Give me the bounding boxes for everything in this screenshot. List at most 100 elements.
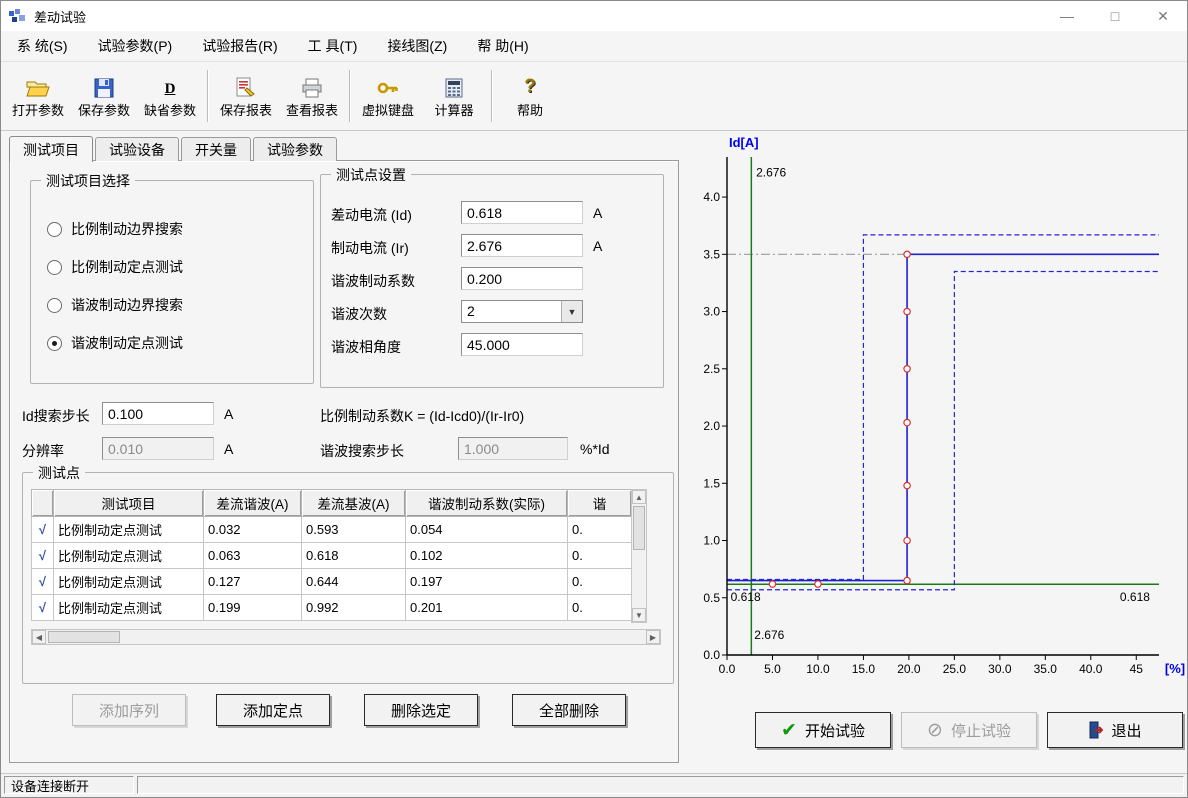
add-sequence-button[interactable]: 添加序列 [72, 694, 186, 726]
save-params-button[interactable]: 保存参数 [71, 64, 137, 128]
field-unit: A [593, 205, 602, 221]
svg-text:1.0: 1.0 [703, 534, 720, 548]
radio-ratio-fixed-point[interactable]: 比例制动定点测试 [47, 257, 183, 277]
table-row[interactable]: √ 比例制动定点测试 0.199 0.992 0.201 0. [32, 595, 632, 621]
tab-label: 试验参数 [267, 140, 323, 160]
svg-text:2.0: 2.0 [703, 419, 720, 433]
cell-item: 比例制动定点测试 [54, 569, 204, 595]
default-params-button[interactable]: D 缺省参数 [137, 64, 203, 128]
group-title: 测试点设置 [331, 165, 411, 185]
differential-characteristic-chart: 0.05.010.015.020.025.030.035.040.0450.00… [689, 133, 1187, 693]
cell-clipped: 0. [568, 569, 632, 595]
harmonic-phase-input[interactable] [461, 333, 583, 356]
field-label-harmonic-order: 谐波次数 [331, 304, 387, 324]
radio-harmonic-fixed-point[interactable]: 谐波制动定点测试 [47, 333, 183, 353]
cell-harmonic: 0.127 [204, 569, 302, 595]
start-test-button[interactable]: ✔ 开始试验 [755, 712, 891, 748]
cell-harmonic: 0.032 [204, 517, 302, 543]
cell-coef: 0.201 [406, 595, 568, 621]
window-title: 差动试验 [34, 7, 86, 26]
svg-text:20.0: 20.0 [897, 662, 921, 676]
view-report-button[interactable]: 查看报表 [279, 64, 345, 128]
col-harmonic-current[interactable]: 差流谐波(A) [204, 490, 302, 517]
tab-label: 开关量 [195, 140, 237, 160]
tab-test-items[interactable]: 测试项目 [9, 136, 93, 162]
scroll-left-icon[interactable]: ◀ [32, 630, 46, 644]
open-folder-icon [26, 74, 50, 98]
radio-icon [47, 260, 62, 275]
svg-text:35.0: 35.0 [1034, 662, 1058, 676]
exit-button[interactable]: 退出 [1047, 712, 1183, 748]
hscroll-thumb[interactable] [48, 631, 120, 643]
add-fixed-point-button[interactable]: 添加定点 [216, 694, 330, 726]
tab-test-params[interactable]: 试验参数 [253, 137, 337, 161]
row-check-icon: √ [32, 517, 54, 543]
help-button[interactable]: ? 帮助 [497, 64, 563, 128]
radio-ratio-boundary-search[interactable]: 比例制动边界搜索 [47, 219, 183, 239]
stop-test-button[interactable]: ⊘ 停止试验 [901, 712, 1037, 748]
tab-switch-quantity[interactable]: 开关量 [181, 137, 251, 161]
button-label: 添加定点 [243, 700, 303, 721]
col-clipped[interactable]: 谐 [568, 490, 632, 517]
save-report-button[interactable]: 保存报表 [213, 64, 279, 128]
harmonic-coef-input[interactable] [461, 267, 583, 290]
menu-test-params[interactable]: 试验参数(P) [98, 36, 173, 56]
harmonic-step-input[interactable] [458, 437, 568, 460]
svg-text:45: 45 [1130, 662, 1144, 676]
svg-text:2.5: 2.5 [703, 362, 720, 376]
check-icon: ✔ [781, 721, 797, 740]
tool-label: 虚拟键盘 [362, 100, 414, 119]
svg-text:30.0: 30.0 [988, 662, 1012, 676]
minimize-button[interactable]: — [1043, 1, 1091, 31]
tool-label: 帮助 [517, 100, 543, 119]
menu-help[interactable]: 帮 助(H) [477, 36, 528, 56]
chevron-down-icon[interactable]: ▼ [561, 301, 582, 322]
cell-harmonic: 0.063 [204, 543, 302, 569]
calculator-button[interactable]: 计算器 [421, 64, 487, 128]
menu-test-report[interactable]: 试验报告(R) [202, 36, 277, 56]
tool-label: 计算器 [434, 100, 473, 119]
tab-page-test-items: 测试项目选择 比例制动边界搜索 比例制动定点测试 谐波制动边界搜索 谐波制动定点… [9, 160, 679, 763]
col-fundamental-current[interactable]: 差流基波(A) [302, 490, 406, 517]
id-step-input[interactable] [102, 402, 214, 425]
menu-wiring-diagram[interactable]: 接线图(Z) [387, 36, 447, 56]
harmonic-order-select[interactable]: 2 ▼ [461, 300, 583, 323]
id-current-input[interactable] [461, 201, 583, 224]
table-hscrollbar[interactable]: ◀ ▶ [31, 629, 661, 645]
resolution-unit: A [224, 441, 233, 457]
col-test-item[interactable]: 测试项目 [54, 490, 204, 517]
table-row[interactable]: √ 比例制动定点测试 0.063 0.618 0.102 0. [32, 543, 632, 569]
tab-test-equipment[interactable]: 试验设备 [95, 137, 179, 161]
delete-selected-button[interactable]: 删除选定 [364, 694, 478, 726]
maximize-button[interactable]: □ [1091, 1, 1139, 31]
radio-harmonic-boundary-search[interactable]: 谐波制动边界搜索 [47, 295, 183, 315]
open-params-button[interactable]: 打开参数 [5, 64, 71, 128]
test-points-table: 测试项目 差流谐波(A) 差流基波(A) 谐波制动系数(实际) 谐 √ 比例制动… [31, 489, 632, 621]
close-button[interactable]: ✕ [1139, 1, 1187, 31]
svg-text:0.0: 0.0 [703, 648, 720, 662]
tab-label: 试验设备 [109, 140, 165, 160]
tool-label: 保存参数 [78, 100, 130, 119]
menu-system[interactable]: 系 统(S) [17, 36, 68, 56]
menu-tools[interactable]: 工 具(T) [308, 36, 358, 56]
status-bar: 设备连接断开 [1, 773, 1187, 797]
vscroll-thumb[interactable] [633, 506, 645, 550]
ratio-coef-formula: 比例制动系数K = (Id-Icd0)/(Ir-Ir0) [320, 406, 524, 426]
scroll-up-icon[interactable]: ▲ [632, 490, 646, 504]
table-row[interactable]: √ 比例制动定点测试 0.032 0.593 0.054 0. [32, 517, 632, 543]
save-report-icon [235, 74, 257, 98]
col-harmonic-coef-actual[interactable]: 谐波制动系数(实际) [406, 490, 568, 517]
svg-text:3.0: 3.0 [703, 305, 720, 319]
ir-current-input[interactable] [461, 234, 583, 257]
cell-clipped: 0. [568, 517, 632, 543]
col-check[interactable] [32, 490, 54, 517]
cell-coef: 0.102 [406, 543, 568, 569]
resolution-input[interactable] [102, 437, 214, 460]
table-vscrollbar[interactable]: ▲ ▼ [631, 489, 647, 623]
table-row[interactable]: √ 比例制动定点测试 0.127 0.644 0.197 0. [32, 569, 632, 595]
radio-label: 比例制动定点测试 [71, 257, 183, 277]
scroll-right-icon[interactable]: ▶ [646, 630, 660, 644]
scroll-down-icon[interactable]: ▼ [632, 608, 646, 622]
virtual-keyboard-button[interactable]: 虚拟键盘 [355, 64, 421, 128]
delete-all-button[interactable]: 全部删除 [512, 694, 626, 726]
